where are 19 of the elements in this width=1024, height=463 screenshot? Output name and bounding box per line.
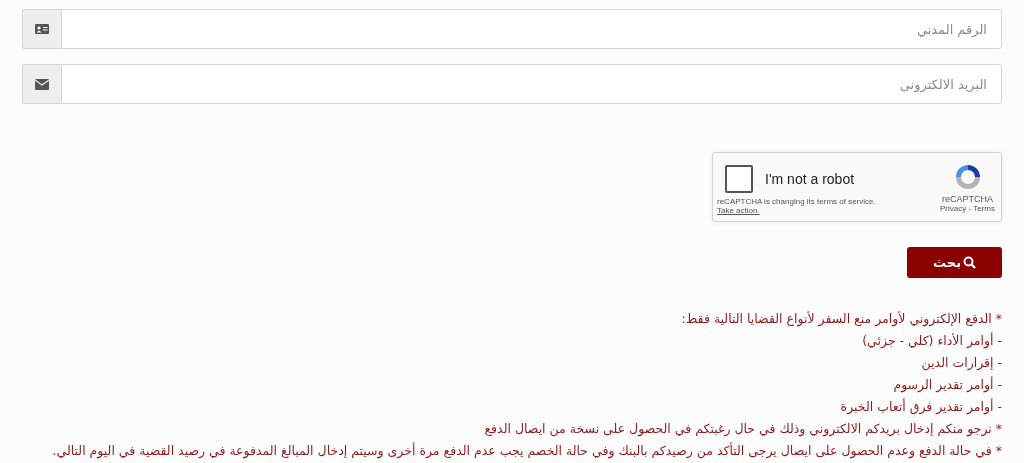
captcha-notice: reCAPTCHA is changing its terms of service. bbox=[717, 197, 876, 206]
search-button[interactable]: بحث bbox=[907, 247, 1002, 278]
input-field[interactable]: الرقم المدني bbox=[61, 9, 1002, 49]
note-text: * نرجو منكم إدخال بريدكم الالكتروني وذلك في حال رغبتكم في الحصول على نسخة من ايصال الدفع bbox=[483, 420, 1002, 439]
search-icon bbox=[963, 256, 976, 269]
note-text: * الدفع الإلكتروني لأوامر منع السفر لأنواع القضايا التالية فقط: bbox=[680, 310, 1002, 329]
input-field[interactable]: البريد الالكترونى bbox=[61, 64, 1002, 104]
note-text: * في حالة الدفع وعدم الحصول على ايصال يرجى التأكد من رصيدكم بالبنك وفي حالة الخصم يجب عدم الدفع مرة أخرى وسيتم إدخال المبالغ المدفوعة في رصيد القضية في اليوم التالي. bbox=[51, 441, 1002, 461]
note-text: - أوامر تقدير الرسوم bbox=[892, 375, 1002, 395]
envelope-icon bbox=[35, 78, 49, 90]
note-text: - أوامر تقدير فرق أتعاب الخبرة bbox=[839, 397, 1002, 417]
id-card-icon bbox=[35, 24, 49, 34]
privacy-terms-links[interactable]: Privacy - Terms bbox=[940, 203, 995, 213]
take-action-link[interactable]: Take action. bbox=[717, 206, 760, 215]
captcha-label: I'm not a robot bbox=[765, 171, 855, 187]
captcha-checkbox[interactable] bbox=[725, 165, 753, 193]
note-text: - إقرارات الدين bbox=[920, 354, 1002, 373]
captcha-brand: reCAPTCHA bbox=[942, 193, 993, 204]
note-text: - أوامر الأداء (كلي - جزئي) bbox=[861, 331, 1002, 351]
